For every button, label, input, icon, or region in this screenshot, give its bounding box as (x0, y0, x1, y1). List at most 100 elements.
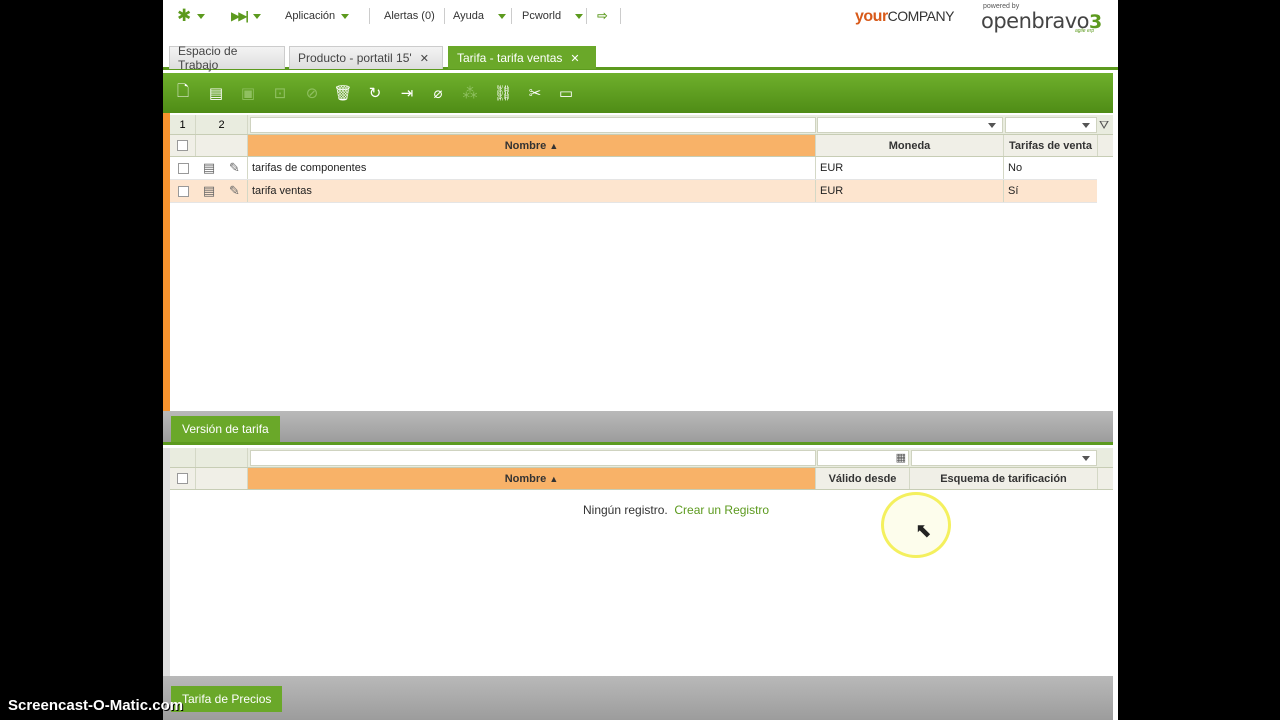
quick-create-menu[interactable]: ✱ (177, 6, 206, 25)
new-document-icon[interactable]: 🗋 (172, 82, 194, 104)
column-header-valido-desde[interactable]: Válido desde (816, 468, 910, 489)
right-black-border (1118, 0, 1280, 720)
document-icon[interactable]: ▤ (196, 180, 222, 202)
row-checkbox-cell[interactable] (170, 157, 196, 179)
child-grid-pane: ▦ Nombre ▲ Válido desde Esquema de tarif… (163, 448, 1113, 676)
top-navigation: ✱ ▶▶| Aplicación Alertas (0) Ayuda Pcwor… (163, 0, 1118, 36)
company-logo: yourCOMPANY (855, 8, 954, 25)
nombre-filter-input[interactable] (250, 450, 816, 466)
tab-espacio-de-trabajo[interactable]: Espacio de Trabajo (169, 44, 285, 72)
actions-header (196, 135, 248, 156)
asterisk-icon: ✱ (177, 6, 192, 25)
organization-menu[interactable]: Pcworld (522, 8, 584, 24)
column-header-esquema[interactable]: Esquema de tarificación (910, 468, 1098, 489)
actions-header (196, 468, 248, 489)
table-row[interactable]: ▤ ✎ tarifa ventas EUR Sí (170, 180, 1097, 203)
link-icon[interactable]: ⛓ (492, 82, 514, 104)
select-all-checkbox[interactable] (177, 140, 188, 151)
tab-producto[interactable]: Producto - portatil 15' ✕ (289, 46, 443, 69)
refresh-icon[interactable]: ↻ (364, 82, 386, 104)
row-checkbox-cell[interactable] (170, 180, 196, 202)
toggle-view-icon[interactable]: ▭ (555, 82, 577, 104)
close-icon[interactable]: ✕ (420, 52, 429, 65)
esquema-filter-select[interactable] (911, 450, 1097, 466)
cell-nombre[interactable]: tarifas de componentes (248, 157, 816, 179)
active-pane-indicator (163, 113, 170, 411)
moneda-filter-select[interactable] (817, 117, 1003, 133)
logout-icon: ⇨ (597, 8, 608, 23)
filter-icon[interactable]: ⛛ (1099, 118, 1109, 133)
chevron-down-icon (498, 13, 506, 19)
screencast-watermark: Screencast-O-Matic.com (8, 697, 184, 714)
grid-header: Nombre ▲ Válido desde Esquema de tarific… (170, 468, 1113, 490)
child-tab-bar: Versión de tarifa (163, 411, 1113, 445)
chevron-down-icon (988, 123, 996, 128)
logout-button[interactable]: ⇨ (597, 8, 608, 24)
tab-tarifa[interactable]: Tarifa - tarifa ventas ✕ (448, 46, 596, 69)
form-toolbar: 🗋 ▤ ▣ ⊡ ⊘ 🗑 ↻ ⇥ ⌀ ⁂ ⛓ ✂ ▭ (163, 73, 1113, 113)
audit-trail-icon[interactable]: ⁂ (459, 82, 481, 104)
ayuda-label: Ayuda (453, 10, 484, 22)
table-row[interactable]: ▤ ✎ tarifas de componentes EUR No (170, 157, 1097, 180)
tab-label: Espacio de Trabajo (178, 44, 238, 72)
undo-icon[interactable]: ⊘ (301, 82, 323, 104)
save-close-icon[interactable]: ⊡ (269, 82, 291, 104)
document-icon[interactable]: ▤ (196, 157, 222, 179)
pencil-icon[interactable]: ✎ (222, 180, 248, 202)
tab-version-de-tarifa[interactable]: Versión de tarifa (171, 416, 280, 442)
select-all-checkbox-cell[interactable] (170, 135, 196, 156)
filter-row: ▦ (170, 448, 1113, 468)
select-all-checkbox-cell[interactable] (170, 468, 196, 489)
attach-icon[interactable]: ⌀ (427, 82, 449, 104)
left-black-border (0, 0, 163, 720)
nombre-filter-input[interactable] (250, 117, 816, 133)
chevron-down-icon (1082, 123, 1090, 128)
chevron-down-icon (341, 13, 350, 19)
save-icon[interactable]: ▣ (237, 82, 259, 104)
cell-nombre[interactable]: tarifa ventas (248, 180, 816, 202)
aplicacion-menu[interactable]: Aplicación (285, 8, 350, 24)
cell-moneda[interactable]: EUR (816, 180, 1004, 202)
quick-launch-menu[interactable]: ▶▶| (231, 8, 261, 24)
column-header-moneda[interactable]: Moneda (816, 135, 1004, 156)
level-2[interactable]: 2 (196, 115, 248, 134)
export-icon[interactable]: ⇥ (396, 82, 418, 104)
row-checkbox[interactable] (177, 185, 189, 197)
tab-tarifa-de-precios[interactable]: Tarifa de Precios (171, 686, 283, 712)
create-record-link[interactable]: Crear un Registro (674, 503, 769, 517)
tools-icon[interactable]: ✂ (524, 82, 546, 104)
delete-icon[interactable]: 🗑 (332, 82, 354, 104)
pencil-icon[interactable]: ✎ (222, 157, 248, 179)
divider (511, 8, 512, 24)
cell-moneda[interactable]: EUR (816, 157, 1004, 179)
close-icon[interactable]: ✕ (570, 52, 579, 65)
alertas-label: Alertas (0) (384, 10, 435, 22)
column-header-nombre[interactable]: Nombre ▲ (248, 468, 816, 489)
grid-header: Nombre ▲ Moneda Tarifas de venta (170, 135, 1113, 157)
ayuda-menu[interactable]: Ayuda (453, 8, 506, 24)
tab-label: Producto - portatil 15' (298, 51, 412, 65)
divider (620, 8, 621, 24)
alertas-link[interactable]: Alertas (0) (384, 8, 435, 24)
filter-spacer (196, 448, 248, 467)
divider (369, 8, 370, 24)
level-1[interactable]: 1 (170, 115, 196, 134)
row-checkbox[interactable] (177, 162, 189, 174)
chevron-down-icon (575, 13, 584, 19)
divider (444, 8, 445, 24)
fast-forward-icon: ▶▶| (231, 9, 249, 23)
calendar-icon[interactable]: ▦ (896, 451, 906, 464)
empty-grid-message: Ningún registro. Crear un Registro (583, 503, 769, 517)
chevron-down-icon (197, 13, 206, 19)
valido-desde-filter-input[interactable]: ▦ (817, 450, 909, 466)
header-grid-pane: 1 2 ⛛ Nombre ▲ Moneda Tarifas de venta ▤… (163, 113, 1113, 411)
column-header-tarifas-venta[interactable]: Tarifas de venta (1004, 135, 1098, 156)
aplicacion-label: Aplicación (285, 10, 336, 22)
select-all-checkbox[interactable] (177, 473, 188, 484)
tarifas-venta-filter-select[interactable] (1005, 117, 1097, 133)
cell-tarifas-venta[interactable]: Sí (1004, 180, 1097, 202)
chevron-down-icon (1082, 456, 1090, 461)
new-row-icon[interactable]: ▤ (205, 82, 227, 104)
cell-tarifas-venta[interactable]: No (1004, 157, 1097, 179)
column-header-nombre[interactable]: Nombre ▲ (248, 135, 816, 156)
